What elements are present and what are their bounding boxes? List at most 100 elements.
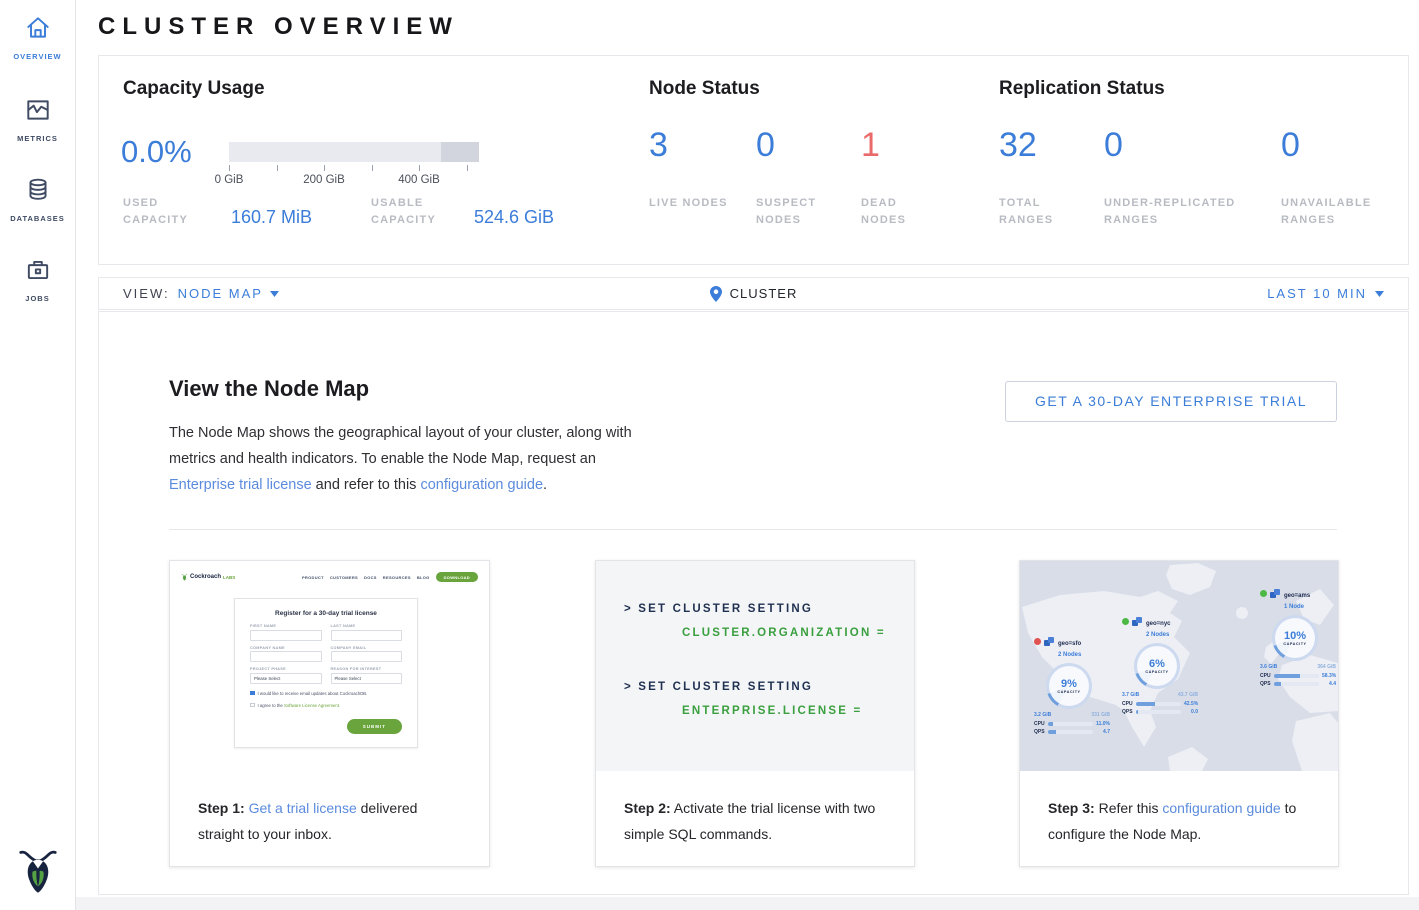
node-cubes-icon <box>1044 637 1055 648</box>
sidebar-item-databases[interactable]: DATABASES <box>0 176 75 223</box>
view-dropdown[interactable]: NODE MAP <box>178 286 279 301</box>
time-range-dropdown[interactable]: LAST 10 MIN <box>1267 286 1384 301</box>
enterprise-trial-button[interactable]: GET A 30-DAY ENTERPRISE TRIAL <box>1005 381 1337 422</box>
qps-bar <box>1136 710 1181 714</box>
sidebar-item-metrics[interactable]: METRICS <box>0 96 75 143</box>
unavailable-ranges-label: UNAVAILABLE RANGES <box>1281 195 1396 229</box>
step1-card: Cockroach LABS PRODUCT CUSTOMERS DOCS RE… <box>169 560 490 867</box>
breadcrumb[interactable]: CLUSTER <box>710 286 798 302</box>
capacity-ring: 6% CAPACITY <box>1134 643 1180 689</box>
capacity-ring: 9% CAPACITY <box>1046 663 1092 709</box>
region-capacity-label: CAPACITY <box>1283 642 1306 646</box>
total-ranges-value: 32 <box>999 126 1037 165</box>
cpu-bar <box>1274 674 1319 678</box>
node-cubes-icon <box>1270 589 1281 600</box>
checkbox-unchecked-icon <box>250 703 255 708</box>
node-map-heading: View the Node Map <box>169 376 369 402</box>
qps-bar <box>1048 730 1093 734</box>
cpu-label: CPU <box>1122 701 1133 707</box>
map-node-sfo: geo=sfo 2 Nodes 9% CAPACITY 3.2 GiB 331 … <box>1034 637 1118 735</box>
preview-field-label: FIRST NAME <box>250 624 322 628</box>
breadcrumb-cluster-label: CLUSTER <box>730 286 798 301</box>
preview-nav-item: BLOG <box>417 575 430 580</box>
node-status-error-icon <box>1034 638 1041 645</box>
cpu-bar <box>1136 702 1181 706</box>
region-name: geo=sfo <box>1058 641 1081 647</box>
cpu-bar <box>1048 722 1093 726</box>
preview-field-input <box>331 651 403 662</box>
preview-field-label: PROJECT PHASE <box>250 667 322 671</box>
preview-form-fields: FIRST NAME LAST NAME COMPANY NAME COMPAN… <box>250 624 402 684</box>
sidebar-item-overview[interactable]: OVERVIEW <box>0 14 75 61</box>
sidebar-item-jobs[interactable]: JOBS <box>0 256 75 303</box>
preview-field-input <box>331 630 403 641</box>
map-node-nyc: geo=nyc 2 Nodes 6% CAPACITY 3.7 GiB 43.7… <box>1122 617 1206 715</box>
sidebar-item-label: OVERVIEW <box>0 52 75 61</box>
used-capacity-value: 160.7 MiB <box>231 207 312 228</box>
qps-value: 4.7 <box>1096 729 1110 735</box>
map-node-ams: geo=ams 1 Node 10% CAPACITY 3.6 GiB 364 … <box>1260 589 1338 687</box>
sidebar-item-label: METRICS <box>0 134 75 143</box>
sql-command-line: > SET CLUSTER SETTING <box>624 603 813 615</box>
step3-label: Step 3: <box>1048 800 1095 816</box>
region-total-capacity: 43.7 GiB <box>1178 692 1198 698</box>
enterprise-trial-license-link[interactable]: Enterprise trial license <box>169 477 312 493</box>
region-node-count: 2 Nodes <box>1058 652 1081 658</box>
replication-status-title: Replication Status <box>999 78 1165 100</box>
view-bar: VIEW: NODE MAP CLUSTER LAST 10 MIN <box>98 277 1409 310</box>
preview-nav-item: CUSTOMERS <box>330 575 358 580</box>
preview-nav-item: DOCS <box>364 575 377 580</box>
region-capacity-label: CAPACITY <box>1145 670 1168 674</box>
sql-setting-line: CLUSTER.ORGANIZATION = <box>682 627 886 639</box>
preview-field-label: REASON FOR INTEREST <box>331 667 403 671</box>
step1-caption: Step 1: Get a trial license delivered st… <box>170 771 489 866</box>
node-map-panel: View the Node Map The Node Map shows the… <box>98 311 1409 895</box>
usable-capacity-value: 524.6 GiB <box>474 207 554 228</box>
step2-preview-image: > SET CLUSTER SETTING CLUSTER.ORGANIZATI… <box>596 561 914 771</box>
step3-caption: Step 3: Refer this configuration guide t… <box>1020 771 1338 866</box>
region-node-count: 1 Node <box>1284 604 1304 610</box>
region-capacity-label: CAPACITY <box>1057 690 1080 694</box>
configuration-guide-link[interactable]: configuration guide <box>1162 800 1280 816</box>
view-selector-group: VIEW: NODE MAP <box>123 286 279 301</box>
dead-nodes-label: DEAD NODES <box>861 195 941 229</box>
region-total-capacity: 364 GiB <box>1317 664 1336 670</box>
location-pin-icon <box>710 286 722 302</box>
gauge-tick-label: 400 GiB <box>398 174 440 186</box>
node-status-title: Node Status <box>649 78 760 100</box>
preview-field-label: COMPANY NAME <box>250 646 322 650</box>
preview-nav-item: RESOURCES <box>383 575 411 580</box>
qps-label: QPS <box>1122 709 1133 715</box>
configuration-guide-link[interactable]: configuration guide <box>420 477 543 493</box>
cpu-value: 11.0% <box>1096 721 1110 727</box>
step3-card: geo=sfo 2 Nodes 9% CAPACITY 3.2 GiB 331 … <box>1019 560 1339 867</box>
preview-checkbox-label: I agree to the Software License Agreemen… <box>258 703 341 708</box>
qps-value: 4.4 <box>1322 681 1336 687</box>
description-text: The Node Map shows the geographical layo… <box>169 425 632 467</box>
sql-setting-line: ENTERPRISE.LICENSE = <box>682 705 862 717</box>
cpu-label: CPU <box>1260 673 1271 679</box>
home-icon <box>0 14 75 47</box>
used-capacity-label: USED CAPACITY <box>123 195 215 229</box>
qps-label: QPS <box>1260 681 1271 687</box>
region-used-capacity: 3.7 GiB <box>1122 692 1139 698</box>
preview-field-label: COMPANY EMAIL <box>331 646 403 650</box>
preview-checkbox-label: I would like to receive email updates ab… <box>258 691 368 696</box>
briefcase-icon <box>0 256 75 289</box>
capacity-usage-title: Capacity Usage <box>123 78 265 100</box>
get-trial-license-link[interactable]: Get a trial license <box>249 800 357 816</box>
preview-brand-name: Cockroach <box>190 574 221 580</box>
live-nodes-label: LIVE NODES <box>649 195 729 212</box>
qps-value: 0.0 <box>1184 709 1198 715</box>
suspect-nodes-label: SUSPECT NODES <box>756 195 836 229</box>
preview-register-form: Register for a 30-day trial license FIRS… <box>234 598 418 748</box>
preview-download-button: DOWNLOAD <box>436 572 478 582</box>
preview-license-agreement-link: Software License Agreement. <box>284 703 340 708</box>
under-replicated-ranges-value: 0 <box>1104 126 1123 165</box>
sidebar: OVERVIEW METRICS DATABASES JOBS <box>0 0 76 910</box>
metrics-icon <box>0 96 75 129</box>
preview-nav: PRODUCT CUSTOMERS DOCS RESOURCES BLOG DO… <box>302 572 478 582</box>
capacity-ring: 10% CAPACITY <box>1272 615 1318 661</box>
section-divider <box>169 529 1337 530</box>
preview-checkbox-row: I agree to the Software License Agreemen… <box>250 703 402 708</box>
